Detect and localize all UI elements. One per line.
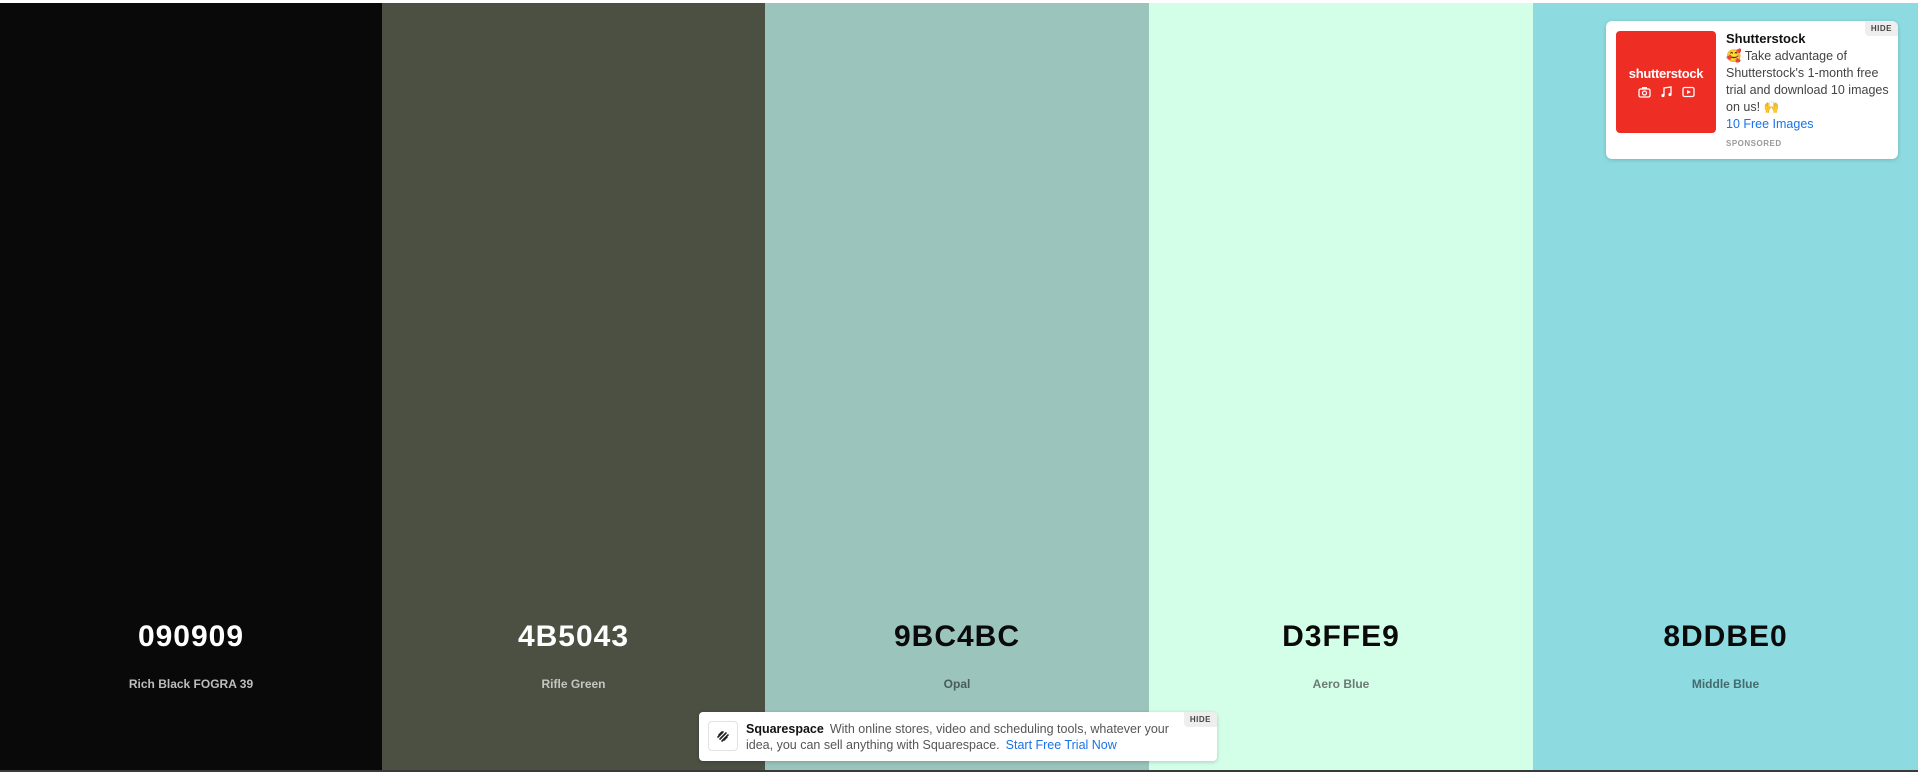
squarespace-logo-icon[interactable] (708, 721, 738, 751)
video-play-icon (1681, 85, 1695, 98)
color-palette-page: 090909 Rich Black FOGRA 39 4B5043 Rifle … (0, 0, 1918, 772)
swatch-name: Middle Blue (1691, 677, 1760, 691)
music-note-icon (1660, 85, 1673, 98)
swatch-hex[interactable]: D3FFE9 (1149, 620, 1533, 654)
swatch-hex[interactable]: 8DDBE0 (1533, 620, 1918, 654)
swatch-hex[interactable]: 9BC4BC (765, 620, 1149, 654)
bottom-ad-cta-link[interactable]: Start Free Trial Now (1006, 738, 1117, 752)
swatch-hex[interactable]: 4B5043 (382, 620, 765, 654)
ad-text: Shutterstock 🥰 Take advantage of Shutter… (1726, 31, 1894, 148)
shutterstock-logo: shutterstock (1628, 66, 1704, 81)
ad-thumbnail-icons (1616, 85, 1716, 98)
ad-cta-link[interactable]: 10 Free Images (1726, 116, 1894, 133)
swatch-name: Opal (943, 677, 971, 691)
ad-body[interactable]: 🥰 Take advantage of Shutterstock's 1-mon… (1726, 48, 1894, 116)
swatch-name: Rifle Green (541, 677, 606, 691)
swatch-rifle-green[interactable]: 4B5043 Rifle Green (382, 3, 765, 770)
hide-ad-button[interactable]: HIDE (1864, 21, 1898, 36)
swatch-name: Aero Blue (1312, 677, 1370, 691)
sponsored-label: SPONSORED (1726, 139, 1782, 148)
hide-bottom-ad-button[interactable]: HIDE (1183, 712, 1217, 727)
bottom-ad-text: Squarespace With online stores, video and… (746, 721, 1176, 753)
swatch-hex[interactable]: 090909 (0, 620, 382, 654)
swatch-opal[interactable]: 9BC4BC Opal (765, 3, 1149, 770)
camera-icon (1637, 85, 1651, 98)
swatch-rich-black-fogra-39[interactable]: 090909 Rich Black FOGRA 39 (0, 3, 382, 770)
swatch-aero-blue[interactable]: D3FFE9 Aero Blue (1149, 3, 1533, 770)
swatch-name: Rich Black FOGRA 39 (128, 677, 254, 691)
sponsored-ad-card[interactable]: shutterstock Shutterstock 🥰 Take advanta… (1606, 21, 1898, 159)
bottom-banner-ad[interactable]: Squarespace With online stores, video and… (699, 712, 1217, 761)
bottom-ad-title[interactable]: Squarespace (746, 722, 824, 736)
ad-thumbnail[interactable]: shutterstock (1616, 31, 1716, 133)
